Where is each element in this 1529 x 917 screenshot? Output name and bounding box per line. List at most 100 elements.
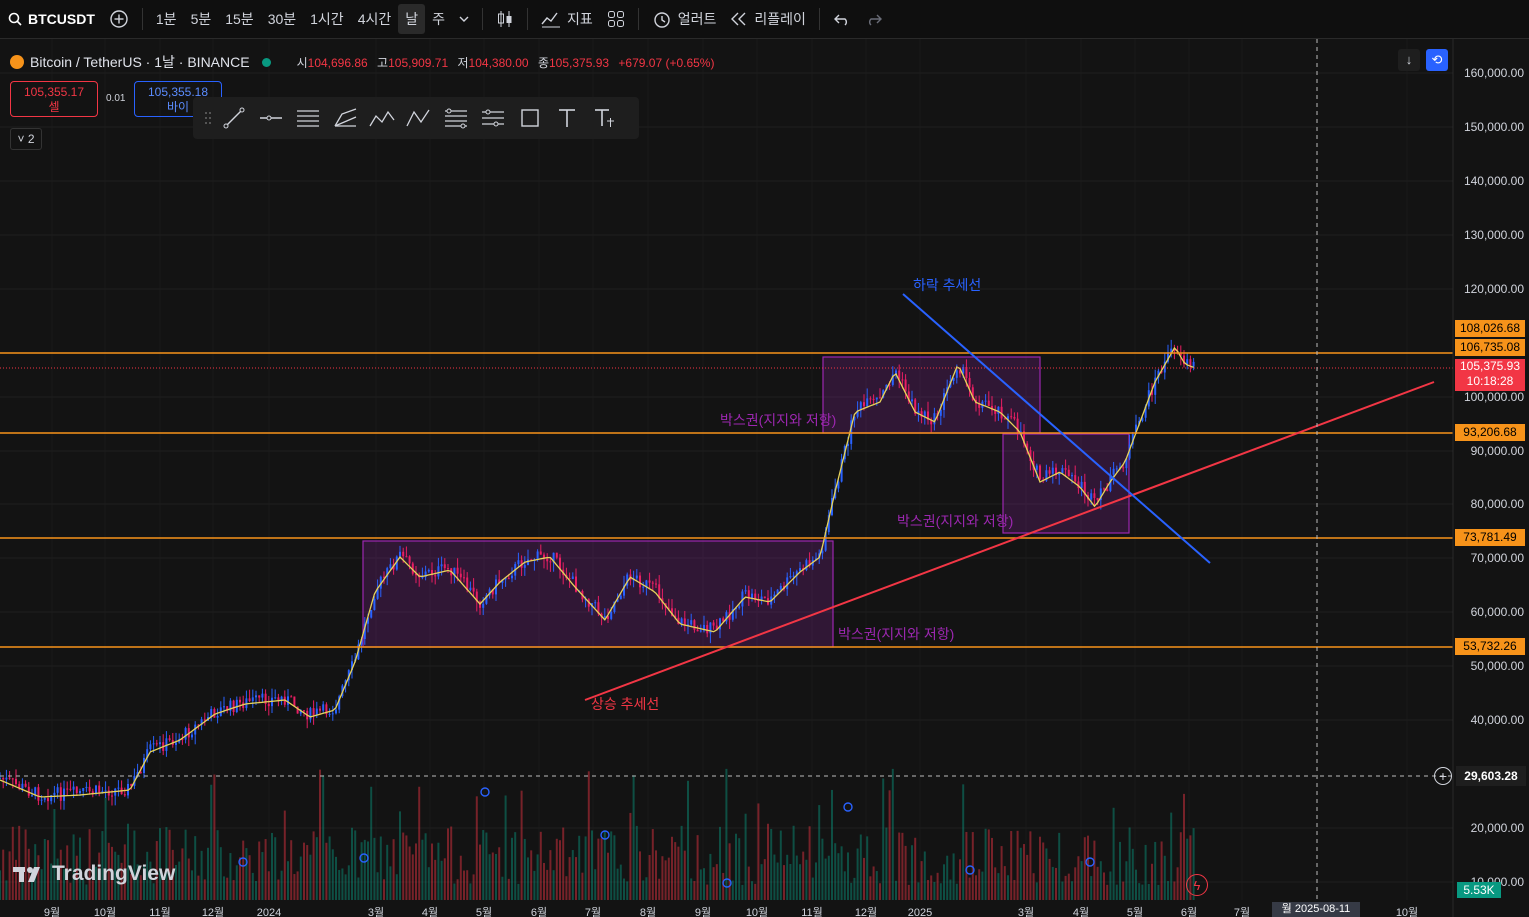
volume-bar bbox=[613, 835, 616, 900]
volume-bar bbox=[434, 859, 437, 900]
volume-bar bbox=[981, 871, 984, 900]
drag-handle-icon[interactable] bbox=[201, 102, 215, 134]
fib-extension-tool-icon[interactable] bbox=[474, 102, 511, 134]
add-alert-plus-icon[interactable]: + bbox=[1434, 767, 1452, 785]
replay-button[interactable]: 리플레이 bbox=[723, 0, 813, 38]
box-label-2025[interactable]: 박스권(지지와 저항) bbox=[897, 513, 1013, 529]
time-axis-label: 10월 bbox=[1396, 906, 1418, 917]
interval-dropdown[interactable] bbox=[452, 0, 476, 38]
candle-body bbox=[1039, 465, 1041, 480]
event-marker[interactable] bbox=[480, 787, 490, 797]
volume-bar bbox=[658, 878, 661, 900]
candle-body bbox=[159, 742, 161, 745]
indicators-collapse-button[interactable]: ˅ 2 bbox=[10, 128, 42, 150]
volume-bar bbox=[261, 852, 264, 900]
volume-bar bbox=[1016, 830, 1019, 900]
volume-bar bbox=[546, 869, 549, 900]
text-tool-icon[interactable] bbox=[548, 102, 585, 134]
trendline-tool-icon[interactable] bbox=[215, 102, 252, 134]
volume-bar bbox=[1090, 876, 1093, 900]
volume-bar bbox=[997, 873, 1000, 900]
flash-icon[interactable]: ϟ bbox=[1186, 874, 1208, 896]
volume-bar bbox=[763, 859, 766, 900]
volume-bar bbox=[1135, 869, 1137, 900]
candle-body bbox=[1071, 475, 1073, 477]
volume-bar bbox=[645, 877, 648, 900]
volume-bar bbox=[610, 831, 613, 900]
volume-bar bbox=[1026, 854, 1029, 900]
volume-bar bbox=[642, 880, 645, 900]
volume-bar bbox=[1154, 841, 1157, 900]
volume-bar bbox=[840, 846, 843, 900]
volume-bar bbox=[805, 859, 808, 900]
interval-1m[interactable]: 1분 bbox=[149, 0, 184, 38]
toolbar-divider bbox=[482, 8, 484, 30]
box-label-2024[interactable]: 박스권(지지와 저항) bbox=[838, 626, 954, 642]
price-chart[interactable]: 하락 추세선 상승 추세선 박스권(지지와 저항) 박스권(지지와 저항) 박스… bbox=[0, 39, 1529, 917]
candle-body bbox=[280, 696, 283, 700]
volume-bar bbox=[568, 857, 571, 900]
volume-bar bbox=[619, 864, 622, 900]
redo-button[interactable] bbox=[858, 0, 890, 38]
high-value: 105,909.71 bbox=[388, 55, 449, 70]
indicators-button[interactable]: 지표 bbox=[534, 0, 600, 38]
xabcd-pattern-tool-icon[interactable] bbox=[363, 102, 400, 134]
candle-body bbox=[370, 610, 373, 618]
time-axis[interactable]: 9월 10월 11월 12월 2024 3월 4월 5월 6월 7월 8월 9월 10월 11월 12월 20… bbox=[44, 906, 1418, 917]
volume-bar bbox=[706, 884, 709, 900]
symbol-search[interactable]: BTCUSDT bbox=[0, 0, 102, 38]
box-label-top[interactable]: 박스권(지지와 저항) bbox=[720, 412, 836, 428]
volume-bar bbox=[827, 855, 830, 900]
candle-body bbox=[2, 777, 5, 780]
down-trend-label[interactable]: 하락 추세선 bbox=[913, 277, 981, 293]
interval-4h[interactable]: 4시간 bbox=[351, 0, 399, 38]
event-marker[interactable] bbox=[843, 802, 853, 812]
interval-5m[interactable]: 5분 bbox=[184, 0, 219, 38]
candle-body bbox=[693, 620, 696, 630]
alert-button[interactable]: 얼러트 bbox=[645, 0, 724, 38]
high-label: 고 bbox=[377, 55, 389, 70]
candle-body bbox=[655, 583, 657, 585]
candle-body bbox=[1122, 467, 1125, 469]
candle-body bbox=[443, 564, 446, 569]
volume-bar bbox=[322, 775, 325, 900]
candle-body bbox=[517, 560, 520, 565]
range-box-2024[interactable] bbox=[362, 540, 834, 648]
auto-scale-button[interactable]: ⟲ bbox=[1426, 49, 1448, 71]
candle-body bbox=[1013, 416, 1016, 419]
candle-body bbox=[315, 708, 318, 716]
fib-retracement-tool-icon[interactable] bbox=[437, 102, 474, 134]
interval-1h[interactable]: 1시간 bbox=[303, 0, 351, 38]
volume-bar bbox=[399, 811, 401, 900]
chart-type-button[interactable] bbox=[489, 0, 521, 38]
interval-30m[interactable]: 30분 bbox=[261, 0, 303, 38]
sell-button[interactable]: 105,355.17 셀 bbox=[10, 81, 98, 117]
drawing-toolbar bbox=[193, 97, 639, 139]
compare-button[interactable] bbox=[102, 0, 136, 38]
candle-body bbox=[984, 400, 987, 402]
interval-1w[interactable]: 주 bbox=[425, 0, 452, 38]
pitchfork-tool-icon[interactable] bbox=[326, 102, 363, 134]
chevron-down-icon: ˅ bbox=[17, 132, 25, 146]
interval-label: 4시간 bbox=[357, 11, 392, 27]
volume-bar bbox=[216, 830, 219, 900]
undo-button[interactable] bbox=[826, 0, 858, 38]
volume-bar bbox=[565, 876, 568, 900]
text-note-tool-icon[interactable] bbox=[585, 102, 622, 134]
tradingview-logo[interactable]: TradingView bbox=[12, 862, 175, 886]
volume-bar bbox=[1083, 837, 1086, 900]
abc-pattern-tool-icon[interactable] bbox=[400, 102, 437, 134]
time-axis-label: 5월 bbox=[476, 906, 492, 917]
interval-1d[interactable]: 날 bbox=[398, 4, 426, 34]
volume-bar bbox=[667, 857, 670, 900]
volume-bar bbox=[1058, 832, 1061, 900]
rectangle-tool-icon[interactable] bbox=[511, 102, 548, 134]
legend-title[interactable]: Bitcoin / TetherUS · 1날 · BINANCE bbox=[30, 52, 250, 72]
up-trend-label[interactable]: 상승 추세선 bbox=[591, 696, 659, 712]
horizontal-ray-tool-icon[interactable] bbox=[252, 102, 289, 134]
interval-15m[interactable]: 15분 bbox=[218, 0, 260, 38]
scroll-down-button[interactable]: ↓ bbox=[1398, 49, 1420, 71]
volume-bar bbox=[431, 843, 433, 900]
parallel-channel-tool-icon[interactable] bbox=[289, 102, 326, 134]
layouts-button[interactable] bbox=[600, 0, 632, 38]
